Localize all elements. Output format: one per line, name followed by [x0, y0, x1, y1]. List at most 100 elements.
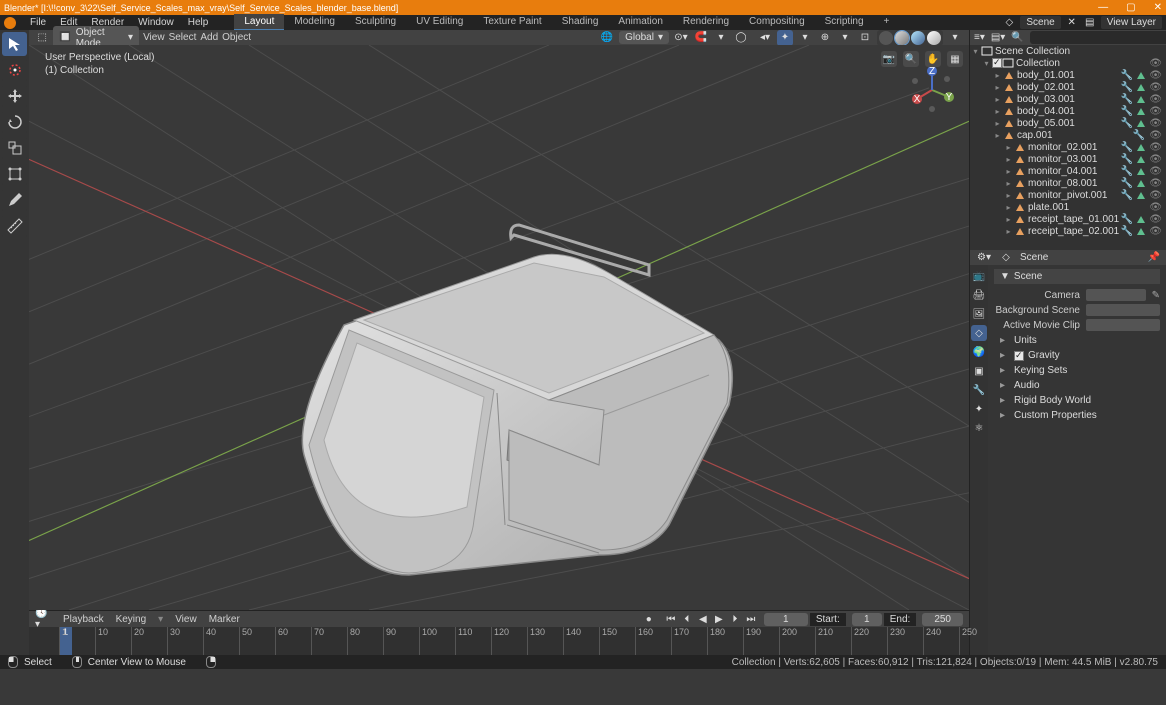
modifier-icon[interactable]: 🔧 — [1121, 166, 1133, 177]
shading-wireframe[interactable] — [879, 31, 893, 45]
shading-solid[interactable] — [895, 31, 909, 45]
outliner-item[interactable]: ▸monitor_02.001🔧👁 — [970, 141, 1166, 153]
panel-custom[interactable]: ▸Custom Properties — [994, 408, 1160, 423]
visibility-toggle[interactable]: 👁 — [1149, 202, 1162, 213]
mesh-data-icon[interactable] — [1137, 72, 1145, 79]
outliner-item[interactable]: ▸body_01.001🔧👁 — [970, 69, 1166, 81]
modifier-icon[interactable]: 🔧 — [1133, 130, 1145, 141]
ptab-output[interactable]: 🖨 — [971, 287, 987, 303]
outliner-search-field[interactable] — [1030, 31, 1166, 44]
gizmo-dropdown[interactable]: ▾ — [797, 30, 813, 46]
tool-move[interactable] — [2, 84, 27, 108]
outliner-item[interactable]: ▸plate.001👁 — [970, 201, 1166, 213]
tool-annotate[interactable] — [2, 188, 27, 212]
workspace-tab-compositing[interactable]: Compositing — [739, 14, 815, 31]
mesh-data-icon[interactable] — [1137, 180, 1145, 187]
visibility-toggle[interactable]: 👁 — [1149, 58, 1162, 69]
panel-rigid[interactable]: ▸Rigid Body World — [994, 393, 1160, 408]
workspace-add-button[interactable]: + — [874, 14, 894, 31]
panel-audio[interactable]: ▸Audio — [994, 378, 1160, 393]
mesh-data-icon[interactable] — [1137, 192, 1145, 199]
tl-menu-keying[interactable]: Keying — [116, 614, 147, 625]
gizmo-camera-icon[interactable]: 📷 — [881, 51, 897, 67]
jump-end-button[interactable]: ⏭ — [744, 612, 758, 626]
mesh-data-icon[interactable] — [1137, 108, 1145, 115]
modifier-icon[interactable]: 🔧 — [1121, 142, 1133, 153]
outliner-item[interactable]: ▸body_03.001🔧👁 — [970, 93, 1166, 105]
panel-gravity[interactable]: ▸Gravity — [994, 348, 1160, 363]
visibility-toggle[interactable]: 👁 — [1149, 166, 1162, 177]
shading-dropdown[interactable]: ▾ — [947, 30, 963, 46]
vh-menu-add[interactable]: Add — [200, 32, 218, 43]
visibility-toggle[interactable]: 👁 — [1149, 70, 1162, 81]
editor-type-icon[interactable]: ⬚ — [35, 30, 49, 46]
tool-rotate[interactable] — [2, 110, 27, 134]
snap-dropdown[interactable]: ▾ — [713, 30, 729, 46]
visibility-toggle[interactable]: 👁 — [1149, 130, 1162, 141]
current-frame-field[interactable]: 1 — [764, 613, 808, 626]
visibility-toggle[interactable]: 👁 — [1149, 190, 1162, 201]
pin-icon[interactable]: 📌 — [1148, 252, 1160, 263]
keyframe-prev-button[interactable]: ⏴ — [680, 612, 694, 626]
mesh-data-icon[interactable] — [1137, 168, 1145, 175]
outliner-item[interactable]: ▸monitor_03.001🔧👁 — [970, 153, 1166, 165]
timeline-ruler[interactable]: 1110203040506070809010011012013014015016… — [29, 627, 969, 655]
ptab-scene[interactable]: ◇ — [971, 325, 987, 341]
outliner-item[interactable]: ▸monitor_04.001🔧👁 — [970, 165, 1166, 177]
outliner-item[interactable]: ▸cap.001🔧👁 — [970, 129, 1166, 141]
visibility-toggle[interactable]: 👁 — [1149, 178, 1162, 189]
gizmo-ortho-icon[interactable]: ▦ — [947, 51, 963, 67]
ptab-render[interactable]: 📺 — [971, 268, 987, 284]
modifier-icon[interactable]: 🔧 — [1121, 178, 1133, 189]
visibility-toggle[interactable]: 👁 — [1149, 226, 1162, 237]
vh-menu-select[interactable]: Select — [169, 32, 197, 43]
mesh-data-icon[interactable] — [1137, 228, 1145, 235]
close-button[interactable]: ✕ — [1154, 2, 1162, 13]
tool-select-box[interactable] — [2, 32, 27, 56]
outliner-scene-collection[interactable]: ▾Scene Collection — [970, 45, 1166, 57]
modifier-icon[interactable]: 🔧 — [1121, 106, 1133, 117]
mesh-data-icon[interactable] — [1137, 144, 1145, 151]
gizmo-pan-icon[interactable]: ✋ — [925, 51, 941, 67]
outliner-item[interactable]: ▸body_04.001🔧👁 — [970, 105, 1166, 117]
play-reverse-button[interactable]: ◀ — [696, 612, 710, 626]
eyedropper-icon[interactable]: ✎ — [1152, 290, 1160, 301]
play-button[interactable]: ▶ — [712, 612, 726, 626]
scene-new-icon[interactable]: ✕ — [1065, 16, 1079, 30]
visibility-toggle[interactable]: 👁 — [1149, 142, 1162, 153]
ptab-object[interactable]: ▣ — [971, 363, 987, 379]
workspace-tab-texture-paint[interactable]: Texture Paint — [473, 14, 551, 31]
maximize-button[interactable]: ▢ — [1126, 2, 1135, 13]
modifier-icon[interactable]: 🔧 — [1121, 70, 1133, 81]
vh-menu-view[interactable]: View — [143, 32, 165, 43]
scene-browse-icon[interactable]: ◇ — [1002, 16, 1016, 30]
viewlayer-browse-icon[interactable]: ▤ — [1083, 16, 1097, 30]
modifier-icon[interactable]: 🔧 — [1121, 226, 1133, 237]
mesh-data-icon[interactable] — [1137, 120, 1145, 127]
viewlayer-name-field[interactable]: View Layer — [1101, 16, 1162, 29]
scene-name-field[interactable]: Scene — [1020, 16, 1060, 29]
viewport-3d[interactable]: User Perspective (Local) (1) Collection … — [29, 45, 969, 610]
visibility-toggle[interactable]: 👁 — [1149, 154, 1162, 165]
outliner-collection[interactable]: ▾Collection👁 — [970, 57, 1166, 69]
mesh-data-icon[interactable] — [1137, 84, 1145, 91]
outliner-item[interactable]: ▸body_02.001🔧👁 — [970, 81, 1166, 93]
visibility-toggle[interactable]: 👁 — [1149, 214, 1162, 225]
outliner-item[interactable]: ▸monitor_pivot.001🔧👁 — [970, 189, 1166, 201]
navigation-gizmo[interactable]: Y X Z — [909, 67, 955, 113]
modifier-icon[interactable]: 🔧 — [1121, 214, 1133, 225]
modifier-icon[interactable]: 🔧 — [1121, 82, 1133, 93]
modifier-icon[interactable]: 🔧 — [1121, 154, 1133, 165]
xray-toggle[interactable]: ⊡ — [857, 30, 873, 46]
outliner-item[interactable]: ▸monitor_08.001🔧👁 — [970, 177, 1166, 189]
modifier-icon[interactable]: 🔧 — [1121, 118, 1133, 129]
start-frame-field[interactable]: 1 — [852, 613, 882, 626]
overlay-dropdown[interactable]: ▾ — [837, 30, 853, 46]
gizmo-zoom-icon[interactable]: 🔍 — [903, 51, 919, 67]
proportional-toggle[interactable]: ◯ — [733, 30, 749, 46]
autokey-toggle[interactable]: ● — [642, 612, 656, 626]
minimize-button[interactable]: — — [1098, 2, 1108, 13]
shading-lookdev[interactable] — [911, 31, 925, 45]
outliner-item[interactable]: ▸receipt_tape_02.001🔧👁 — [970, 225, 1166, 237]
tl-menu-view[interactable]: View — [175, 614, 197, 625]
